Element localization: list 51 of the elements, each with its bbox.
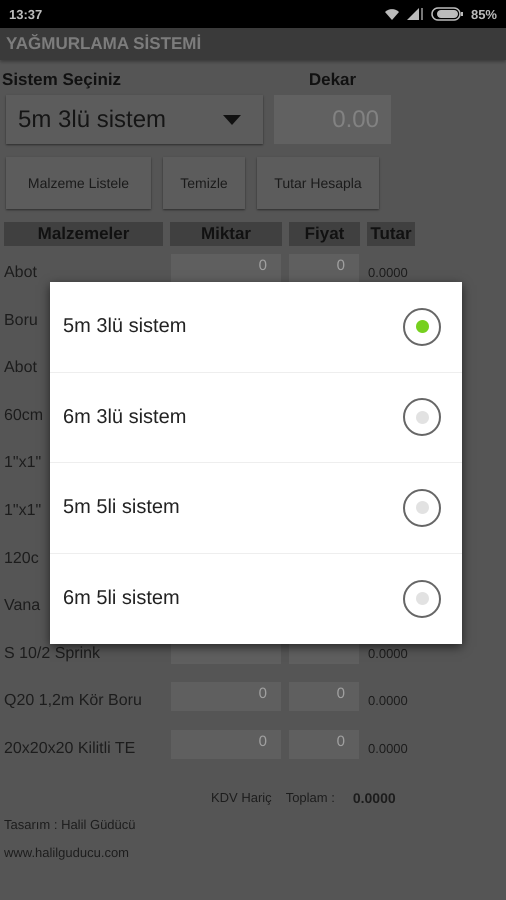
battery-icon xyxy=(430,7,463,21)
radio-button[interactable] xyxy=(403,488,441,527)
radio-button[interactable] xyxy=(403,580,441,618)
action-button[interactable]: Tutar Hesapla xyxy=(257,157,379,209)
vat-note: KDV Hariç xyxy=(211,790,272,806)
material-name: Boru xyxy=(4,312,38,330)
material-name: Abot xyxy=(4,264,37,282)
system-label: Sistem Seçiniz xyxy=(1,70,122,90)
wifi-icon xyxy=(384,8,399,20)
signal-icon xyxy=(406,8,423,20)
option-label: 5m 3lü sistem xyxy=(63,315,186,338)
material-name: 1"x1" xyxy=(4,454,42,472)
app-title: YAĞMURLAMA SİSTEMİ xyxy=(0,28,506,60)
radio-button[interactable] xyxy=(403,398,441,436)
system-dropdown[interactable]: 5m 3lü sistem xyxy=(6,95,263,144)
dropdown-caret-icon xyxy=(223,114,241,124)
quantity-field[interactable]: 0 xyxy=(171,730,281,759)
status-time: 13:37 xyxy=(9,6,42,22)
designer-credit: Tasarım : Halil Güdücü xyxy=(3,816,136,834)
dialog-option[interactable]: 6m 5li sistem xyxy=(50,554,462,644)
option-label: 6m 3lü sistem xyxy=(63,406,186,429)
price-field[interactable]: 0 xyxy=(289,730,359,759)
material-name: 60cm xyxy=(4,406,44,425)
material-name: 1"x1" xyxy=(4,502,42,520)
battery-percent: 85% xyxy=(470,6,497,22)
material-name: Vana xyxy=(4,597,40,616)
material-name: 20x20x20 Kilitli TE xyxy=(4,740,136,758)
radio-button[interactable] xyxy=(403,308,441,346)
quantity-field[interactable]: 0 xyxy=(171,254,281,283)
option-label: 6m 5li sistem xyxy=(63,587,180,610)
material-name: Q20 1,2m Kör Boru xyxy=(4,692,142,710)
total-label: Toplam : xyxy=(286,790,335,806)
website-text: www.halilguducu.com xyxy=(3,844,130,862)
price-field[interactable]: 0 xyxy=(289,254,359,283)
material-name: S 10/2 Sprink xyxy=(4,644,100,663)
row-total: 0.0000 xyxy=(368,646,408,661)
row-total: 0.0000 xyxy=(368,693,408,708)
dekar-label: Dekar xyxy=(308,70,358,90)
row-total: 0.0000 xyxy=(368,740,408,756)
dialog-option[interactable]: 5m 5li sistem xyxy=(50,463,462,554)
action-button[interactable]: Temizle xyxy=(163,157,245,209)
action-button[interactable]: Malzeme Listele xyxy=(6,157,151,209)
option-label: 5m 5li sistem xyxy=(63,496,180,520)
dialog-option[interactable]: 6m 3lü sistem xyxy=(50,372,462,463)
material-name: 120c xyxy=(4,550,39,568)
price-field[interactable]: 0 xyxy=(289,682,359,712)
dialog-option[interactable]: 5m 3lü sistem xyxy=(50,282,462,372)
row-total: 0.0000 xyxy=(368,265,408,280)
total-value: 0.0000 xyxy=(352,790,396,806)
material-name: Abot xyxy=(4,359,37,378)
quantity-field[interactable]: 0 xyxy=(171,682,281,712)
